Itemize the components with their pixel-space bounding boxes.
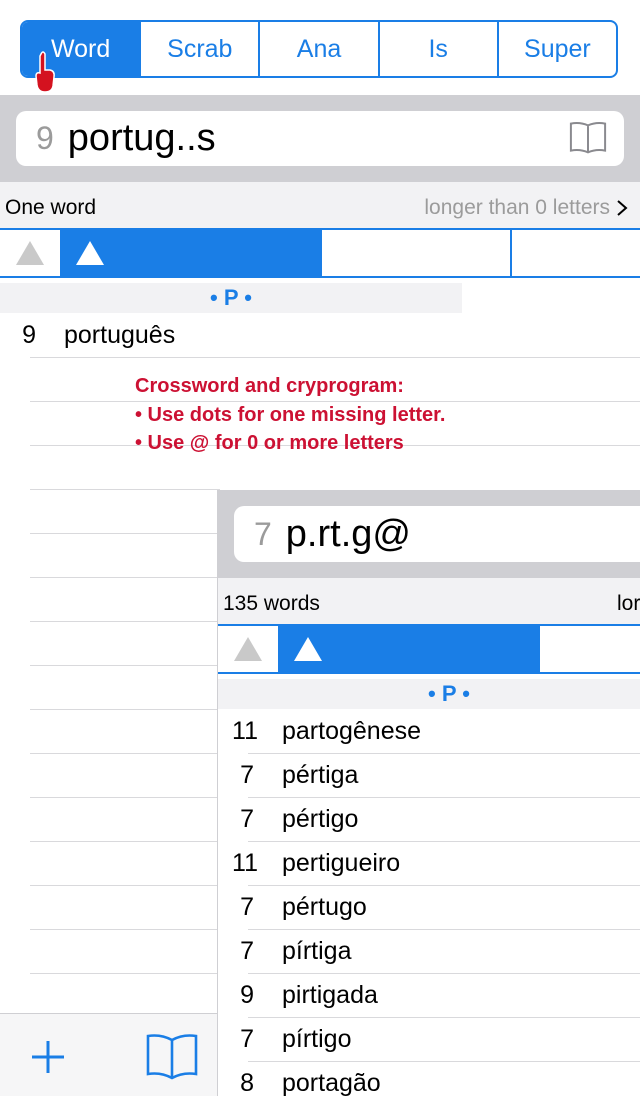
search-bar-area: 9 portug..s <box>0 95 640 182</box>
length-filter-label: longer than 0 letters <box>424 196 610 219</box>
help-line-1: Crossword and cryprogram: <box>135 375 404 397</box>
sort-length-button[interactable] <box>0 230 60 276</box>
word-length: 9 <box>22 320 36 349</box>
sort-up-icon <box>234 637 262 661</box>
row-separator <box>30 885 217 886</box>
panel-results-count: 135 words <box>223 592 320 615</box>
sort-bar <box>0 228 640 278</box>
row-separator <box>30 357 640 358</box>
word-length: 7 <box>240 892 254 921</box>
tab-super[interactable]: Super <box>499 22 616 76</box>
panel-sort-alpha-button[interactable] <box>278 626 540 672</box>
results-count-label: One word <box>5 196 97 219</box>
panel-sort-length-button[interactable] <box>218 626 278 672</box>
example-panel: 7 p.rt.g@ 135 words lor • P • 11 partogê… <box>217 490 640 1096</box>
sort-up-icon <box>294 637 322 661</box>
chevron-right-icon <box>617 200 628 216</box>
word-text: portagão <box>282 1068 381 1096</box>
list-item[interactable]: 9 pirtigada <box>218 973 640 1017</box>
tab-scrab[interactable]: Scrab <box>141 22 261 76</box>
book-icon[interactable] <box>145 1032 199 1082</box>
word-length: 11 <box>232 848 258 877</box>
row-separator <box>30 929 217 930</box>
row-separator <box>30 973 217 974</box>
row-separator <box>30 753 217 754</box>
list-item[interactable]: 11 pertigueiro <box>218 841 640 885</box>
bottom-toolbar <box>0 1013 217 1096</box>
word-text: pertigueiro <box>282 848 401 877</box>
list-item[interactable]: 9 português <box>0 313 640 357</box>
panel-length-filter-label[interactable]: lor <box>617 592 640 616</box>
help-line-3: • Use @ for 0 or more letters <box>135 432 404 454</box>
hand-pointer-icon <box>35 51 55 93</box>
panel-results-info-row: 135 words lor <box>218 578 640 624</box>
panel-search-input[interactable]: p.rt.g@ <box>286 513 411 556</box>
word-text: pírtiga <box>282 936 352 965</box>
help-annotation: Crossword and cryprogram: • Use dots for… <box>135 372 445 458</box>
help-line-2: • Use dots for one missing letter. <box>135 403 446 426</box>
word-length: 11 <box>232 716 258 745</box>
list-item[interactable]: 8 portagão <box>218 1061 640 1096</box>
results-info-row: One word longer than 0 letters <box>0 182 640 228</box>
sort-up-icon <box>16 241 44 265</box>
section-header: • P • <box>0 283 462 313</box>
row-separator <box>30 665 217 666</box>
word-text: pírtigo <box>282 1024 352 1053</box>
panel-section-header: • P • <box>218 679 640 709</box>
panel-search-field[interactable]: 7 p.rt.g@ <box>234 506 640 562</box>
length-filter[interactable]: longer than 0 letters <box>424 196 628 220</box>
sort-alpha-button[interactable] <box>60 230 322 276</box>
word-text: pértiga <box>282 760 359 789</box>
row-separator <box>30 577 217 578</box>
sort-up-icon <box>76 241 104 265</box>
book-icon[interactable] <box>568 120 608 156</box>
row-separator <box>30 797 217 798</box>
panel-search-length: 7 <box>254 515 272 552</box>
word-text: pértigo <box>282 804 359 833</box>
word-length: 7 <box>240 804 254 833</box>
panel-search-bar-area: 7 p.rt.g@ <box>218 490 640 578</box>
row-separator <box>30 533 217 534</box>
list-item[interactable]: 11 partogênese <box>218 709 640 753</box>
search-input[interactable]: portug..s <box>68 117 216 160</box>
word-text: pértugo <box>282 892 367 921</box>
sort-segment-3[interactable] <box>322 230 512 276</box>
row-separator <box>30 709 217 710</box>
plus-icon[interactable] <box>30 1039 66 1075</box>
row-separator <box>30 621 217 622</box>
search-field[interactable]: 9 portug..s <box>16 111 624 166</box>
word-length: 7 <box>240 760 254 789</box>
word-length: 8 <box>240 1068 254 1096</box>
list-item[interactable]: 7 pértugo <box>218 885 640 929</box>
sort-segment-4[interactable] <box>514 230 640 276</box>
word-text: pirtigada <box>282 980 378 1009</box>
list-item[interactable]: 7 pírtigo <box>218 1017 640 1061</box>
word-length: 7 <box>240 936 254 965</box>
word-text: partogênese <box>282 716 422 745</box>
word-text: português <box>64 320 176 349</box>
list-item[interactable]: 7 pértigo <box>218 797 640 841</box>
mode-segmented-control: Word Scrab Ana Is Super <box>20 20 618 78</box>
word-length: 9 <box>240 980 254 1009</box>
row-separator <box>30 841 217 842</box>
word-length: 7 <box>240 1024 254 1053</box>
tab-is[interactable]: Is <box>380 22 499 76</box>
panel-sort-bar <box>218 624 640 674</box>
row-separator <box>30 489 220 490</box>
tab-ana[interactable]: Ana <box>260 22 380 76</box>
list-item[interactable]: 7 pértiga <box>218 753 640 797</box>
list-item[interactable]: 7 pírtiga <box>218 929 640 973</box>
search-length: 9 <box>36 120 54 156</box>
